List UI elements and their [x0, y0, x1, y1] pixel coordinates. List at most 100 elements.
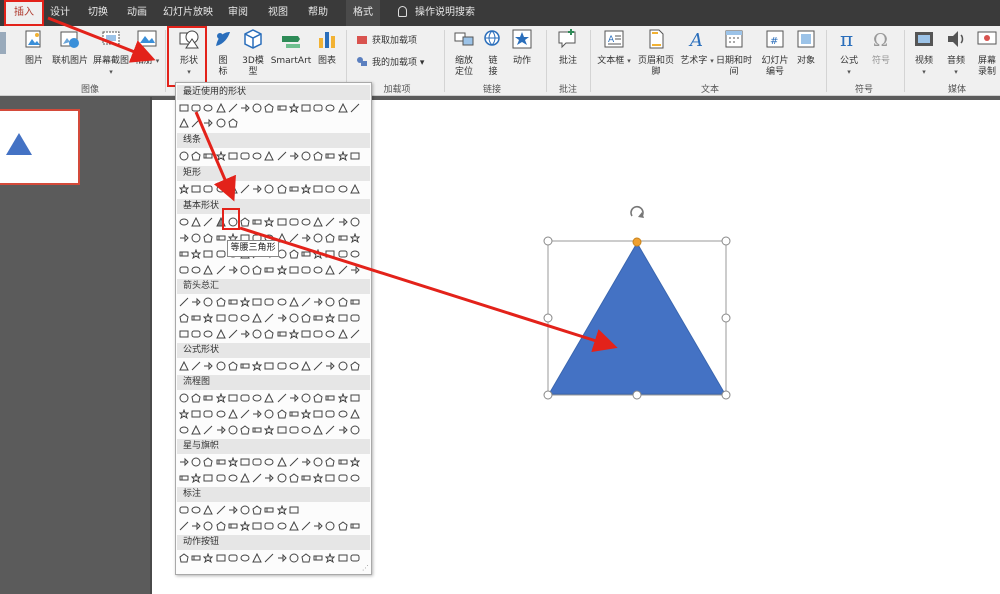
shape-option[interactable] [336, 423, 348, 437]
adjust-handle[interactable] [632, 237, 642, 247]
shape-option[interactable] [336, 359, 348, 373]
wordart-button[interactable]: A 艺术字 ▾ [680, 28, 714, 67]
shape-option[interactable] [227, 263, 239, 277]
shape-option[interactable] [276, 471, 288, 485]
shape-option[interactable] [239, 503, 251, 517]
shape-option[interactable] [276, 503, 288, 517]
shape-option[interactable] [263, 327, 275, 341]
shape-option[interactable] [178, 247, 190, 261]
shape-option[interactable] [276, 311, 288, 325]
shape-option[interactable] [276, 101, 288, 115]
shape-option[interactable] [190, 471, 202, 485]
shape-option[interactable] [239, 215, 251, 229]
shape-option[interactable] [276, 391, 288, 405]
shape-option[interactable] [178, 295, 190, 309]
shape-option[interactable] [263, 391, 275, 405]
shape-option[interactable] [227, 182, 239, 196]
shape-option[interactable] [349, 311, 361, 325]
header-footer-button[interactable]: 页眉和页脚 [636, 28, 676, 78]
shape-option[interactable] [178, 116, 190, 130]
shape-option[interactable] [178, 311, 190, 325]
shape-option[interactable] [324, 182, 336, 196]
3d-model-button[interactable]: 3D模型 [240, 28, 266, 78]
shape-option[interactable] [324, 407, 336, 421]
tab-animations[interactable]: 动画 [122, 0, 152, 26]
shape-option[interactable] [312, 149, 324, 163]
shape-option[interactable] [300, 455, 312, 469]
shape-option[interactable] [202, 327, 214, 341]
shape-option[interactable] [276, 295, 288, 309]
shape-option[interactable] [336, 101, 348, 115]
shape-option[interactable] [288, 455, 300, 469]
comment-button[interactable]: 批注 [555, 28, 581, 67]
isosceles-triangle-shape[interactable] [548, 242, 726, 395]
shape-option[interactable] [312, 327, 324, 341]
shape-option[interactable] [324, 231, 336, 245]
shape-option[interactable] [336, 247, 348, 261]
shape-option[interactable] [312, 231, 324, 245]
shape-option[interactable] [215, 359, 227, 373]
audio-button[interactable]: 音频 ▾ [944, 28, 968, 78]
shape-option[interactable] [263, 215, 275, 229]
tell-me-search[interactable]: 操作说明搜索 [398, 0, 475, 26]
shape-option[interactable] [178, 327, 190, 341]
tab-slideshow[interactable]: 幻灯片放映 [160, 0, 216, 26]
shape-option[interactable] [336, 311, 348, 325]
shape-option[interactable] [324, 391, 336, 405]
tab-help[interactable]: 帮助 [304, 0, 332, 26]
shape-option[interactable] [239, 311, 251, 325]
shape-option[interactable] [215, 116, 227, 130]
shape-option[interactable] [324, 471, 336, 485]
shape-option[interactable] [251, 519, 263, 533]
shape-option[interactable] [312, 423, 324, 437]
shape-option[interactable] [215, 149, 227, 163]
shape-option[interactable] [178, 182, 190, 196]
shape-option[interactable] [300, 311, 312, 325]
shape-option[interactable] [324, 215, 336, 229]
shape-option[interactable] [312, 182, 324, 196]
shape-option[interactable] [336, 263, 348, 277]
shape-option[interactable] [336, 519, 348, 533]
shape-option[interactable] [349, 391, 361, 405]
shape-option[interactable] [251, 503, 263, 517]
tab-format[interactable]: 格式 [346, 0, 380, 26]
shape-option[interactable] [190, 295, 202, 309]
shape-option[interactable] [190, 247, 202, 261]
shape-option[interactable] [336, 182, 348, 196]
shape-option[interactable] [202, 215, 214, 229]
shape-option[interactable] [300, 149, 312, 163]
shape-option[interactable] [178, 263, 190, 277]
shape-option[interactable] [239, 391, 251, 405]
shape-option[interactable] [324, 263, 336, 277]
shape-option[interactable] [336, 455, 348, 469]
shape-option[interactable] [215, 263, 227, 277]
shape-option[interactable] [300, 215, 312, 229]
shape-option[interactable] [300, 101, 312, 115]
get-addins-button[interactable]: 获取加载项 [356, 34, 417, 48]
shape-option[interactable] [190, 116, 202, 130]
shape-option[interactable] [300, 263, 312, 277]
shape-option[interactable] [349, 519, 361, 533]
shape-option[interactable] [190, 327, 202, 341]
shape-option[interactable] [239, 423, 251, 437]
shape-option[interactable] [336, 407, 348, 421]
shape-option[interactable] [178, 149, 190, 163]
shape-option[interactable] [349, 263, 361, 277]
shape-option[interactable] [227, 359, 239, 373]
shape-option[interactable] [300, 423, 312, 437]
shape-option[interactable] [239, 455, 251, 469]
shape-option[interactable] [300, 471, 312, 485]
shape-option[interactable] [312, 263, 324, 277]
shape-option[interactable] [239, 295, 251, 309]
resize-grip-icon[interactable]: ⋰ [362, 564, 369, 572]
shape-option[interactable] [349, 295, 361, 309]
shape-option[interactable] [300, 295, 312, 309]
shape-option[interactable] [288, 471, 300, 485]
shape-option[interactable] [178, 231, 190, 245]
shape-option[interactable] [202, 263, 214, 277]
shape-option[interactable] [215, 101, 227, 115]
new-slide-icon[interactable] [0, 32, 6, 54]
shape-option[interactable] [202, 503, 214, 517]
shape-option[interactable] [215, 455, 227, 469]
shape-option[interactable] [178, 471, 190, 485]
